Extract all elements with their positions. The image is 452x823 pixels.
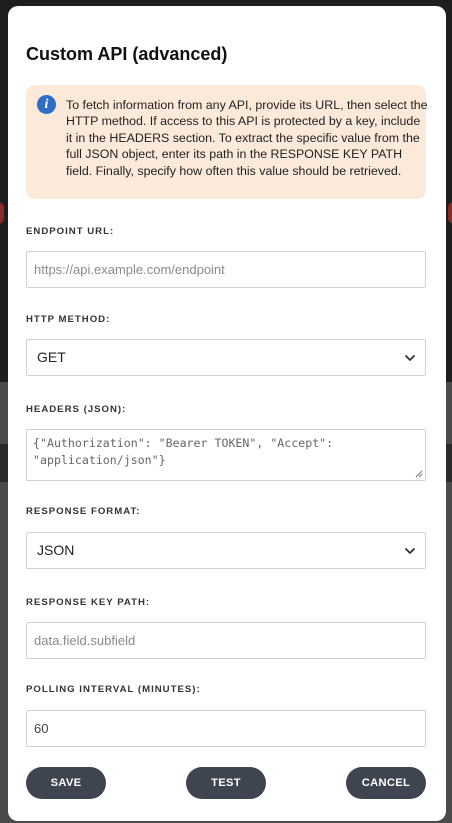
info-box: i To fetch information from any API, pro… (26, 85, 428, 199)
http-method-label: HTTP METHOD: (26, 314, 111, 325)
http-method-select[interactable]: GET (26, 339, 426, 376)
test-button[interactable]: TEST (186, 767, 266, 799)
info-icon: i (37, 95, 56, 114)
response-format-select[interactable]: JSON (26, 532, 426, 569)
info-text: To fetch information from any API, provi… (66, 98, 428, 178)
headers-json-placeholder: {"Authorization": "Bearer TOKEN", "Accep… (33, 436, 334, 467)
response-format-value: JSON (37, 542, 75, 558)
polling-interval-input[interactable]: 60 (26, 710, 426, 747)
chevron-down-icon (405, 354, 415, 361)
save-button[interactable]: SAVE (26, 767, 106, 799)
background-indicator-right (448, 202, 452, 224)
modal-title: Custom API (advanced) (26, 44, 228, 64)
custom-api-modal: Custom API (advanced) i To fetch informa… (8, 6, 446, 821)
resize-handle-icon[interactable] (414, 469, 423, 478)
headers-json-textarea[interactable]: {"Authorization": "Bearer TOKEN", "Accep… (26, 429, 426, 481)
endpoint-url-label: ENDPOINT URL: (26, 226, 115, 237)
response-key-path-label: RESPONSE KEY PATH: (26, 597, 151, 608)
cancel-button[interactable]: CANCEL (346, 767, 426, 799)
response-format-label: RESPONSE FORMAT: (26, 506, 141, 517)
endpoint-url-input[interactable]: https://api.example.com/endpoint (26, 251, 426, 288)
http-method-value: GET (37, 349, 66, 365)
response-key-path-input[interactable]: data.field.subfield (26, 622, 426, 659)
headers-json-label: HEADERS (JSON): (26, 404, 127, 415)
polling-interval-label: POLLING INTERVAL (MINUTES): (26, 684, 201, 695)
chevron-down-icon (405, 547, 415, 554)
